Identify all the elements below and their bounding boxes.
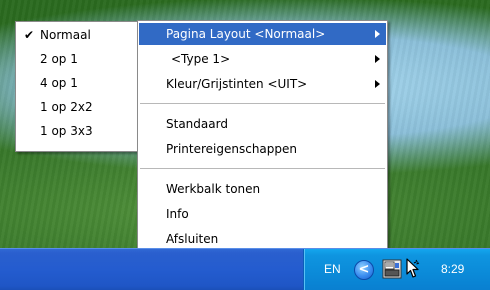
submenu-arrow-icon xyxy=(375,80,380,88)
submenu-item-4-op-1[interactable]: 4 op 1 xyxy=(17,72,137,94)
menu-item-label: Standaard xyxy=(166,117,228,131)
menu-item-label: Printereigenschappen xyxy=(166,142,298,156)
submenu-item-2-op-1[interactable]: 2 op 1 xyxy=(17,48,137,70)
tray-context-menu: Pagina Layout <Normaal> <Type 1> Kleur/G… xyxy=(137,20,388,256)
language-indicator[interactable]: EN xyxy=(324,262,341,276)
submenu-arrow-icon xyxy=(375,55,380,63)
menu-item-label: Werkbalk tonen xyxy=(166,182,261,196)
printer-icon[interactable] xyxy=(382,259,402,279)
menu-item-color-grayscale[interactable]: Kleur/Grijstinten <UIT> xyxy=(139,73,386,95)
menu-item-exit[interactable]: Afsluiten xyxy=(139,228,386,250)
menu-separator xyxy=(140,103,385,104)
submenu-item-label: 4 op 1 xyxy=(40,76,78,90)
clock[interactable]: 8:29 xyxy=(441,262,464,276)
menu-item-label: Info xyxy=(166,207,189,221)
submenu-item-label: 1 op 3x3 xyxy=(40,124,93,138)
submenu-item-1-op-3x3[interactable]: 1 op 3x3 xyxy=(17,120,137,142)
submenu-item-label: Normaal xyxy=(40,28,91,42)
menu-item-standaard[interactable]: Standaard xyxy=(139,113,386,135)
menu-item-type[interactable]: <Type 1> xyxy=(139,48,386,70)
menu-item-label: Pagina Layout <Normaal> xyxy=(166,27,326,41)
chevron-left-icon[interactable]: < xyxy=(354,260,374,280)
pointer-cursor-icon[interactable] xyxy=(404,258,422,280)
checkmark-icon: ✔ xyxy=(24,28,35,42)
submenu-item-normaal[interactable]: ✔ Normaal xyxy=(17,24,137,46)
taskbar: EN < 8:29 xyxy=(0,248,490,290)
system-tray: EN < 8:29 xyxy=(303,249,490,290)
menu-item-label: Afsluiten xyxy=(166,232,219,246)
submenu-item-label: 1 op 2x2 xyxy=(40,100,93,114)
menu-item-label: <Type 1> xyxy=(171,52,231,66)
menu-item-printer-properties[interactable]: Printereigenschappen xyxy=(139,138,386,160)
menu-item-show-toolbar[interactable]: Werkbalk tonen xyxy=(139,178,386,200)
submenu-item-label: 2 op 1 xyxy=(40,52,78,66)
menu-separator xyxy=(140,168,385,169)
submenu-item-1-op-2x2[interactable]: 1 op 2x2 xyxy=(17,96,137,118)
menu-item-info[interactable]: Info xyxy=(139,203,386,225)
menu-item-page-layout[interactable]: Pagina Layout <Normaal> xyxy=(139,23,386,45)
menu-item-label: Kleur/Grijstinten <UIT> xyxy=(166,77,308,91)
submenu-arrow-icon xyxy=(375,30,380,38)
page-layout-submenu: ✔ Normaal 2 op 1 4 op 1 1 op 2x2 1 op 3x… xyxy=(15,21,139,152)
